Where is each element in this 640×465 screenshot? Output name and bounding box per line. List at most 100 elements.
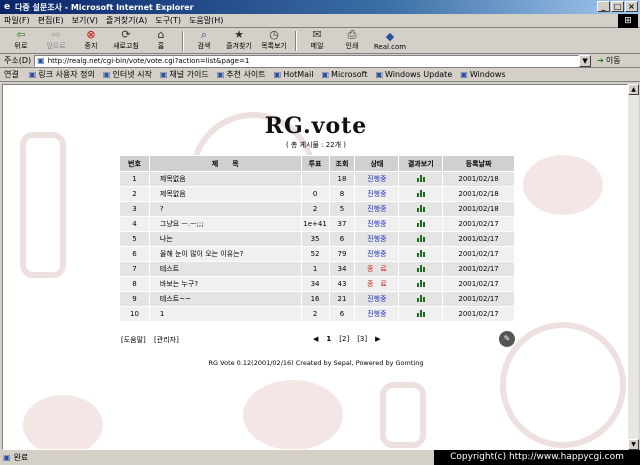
minimize-button[interactable]: _ [597, 1, 610, 12]
prev-page-button[interactable]: ◀ [313, 335, 318, 343]
search-button[interactable]: ⌕ 검색 [187, 29, 221, 51]
cell-title[interactable]: 제목없음 [148, 171, 302, 187]
cell-status: 진행중 [354, 291, 400, 307]
link-internet-start[interactable]: ▣ 인터넷 시작 [103, 69, 152, 80]
maximize-button[interactable]: □ [611, 1, 624, 12]
cell-title[interactable]: 나는 [148, 231, 302, 247]
cell-views: 6 [328, 306, 356, 322]
cell-date: 2001/02/17 [442, 261, 515, 277]
print-button[interactable]: ⎙ 인쇄 [335, 29, 369, 51]
cell-number: 3 [119, 201, 150, 217]
cell-views: 18 [328, 171, 356, 187]
favorites-button[interactable]: ★ 즐겨찾기 [222, 29, 256, 51]
link-text: HotMail [283, 70, 314, 79]
cell-results[interactable] [398, 201, 444, 217]
cell-results[interactable] [398, 186, 444, 202]
cell-results[interactable] [398, 261, 444, 277]
cell-views: 21 [328, 291, 356, 307]
close-button[interactable]: × [625, 1, 638, 12]
admin-link[interactable]: [관리자] [154, 336, 179, 344]
address-input[interactable]: ▣ http://realg.net/cgi-bin/vote/vote.cgi… [34, 54, 580, 67]
back-button[interactable]: ⇦ 뒤로 [4, 29, 38, 51]
cell-results[interactable] [398, 171, 444, 187]
cell-number: 9 [119, 291, 150, 307]
stop-label: 중지 [84, 42, 98, 50]
cell-results[interactable] [398, 216, 444, 232]
cell-title[interactable]: 그냥요 ㅡ.ㅡ;;; [148, 216, 302, 232]
link-text: 링크 사용자 정의 [38, 70, 95, 79]
cell-results[interactable] [398, 291, 444, 307]
col-date: 등록날짜 [442, 155, 515, 172]
next-page-button[interactable]: ▶ [375, 335, 380, 343]
cell-status: 진행중 [354, 306, 400, 322]
footer-credit: RG Vote 0.12(2001/02/16) Created by Sepa… [208, 359, 424, 367]
status-page-icon: ▣ [3, 453, 11, 462]
chart-bars-icon [416, 294, 425, 302]
menu-edit[interactable]: 편집(E) [38, 15, 64, 26]
link-recommended[interactable]: ▣ 추천 사이트 [217, 69, 266, 80]
menu-tools[interactable]: 도구(T) [155, 15, 181, 26]
cell-title[interactable]: ? [148, 201, 302, 217]
menu-help[interactable]: 도움말(H) [189, 15, 223, 26]
home-button[interactable]: ⌂ 홈 [144, 29, 178, 51]
cell-date: 2001/02/17 [442, 216, 515, 232]
link-channel-guide[interactable]: ▣ 채널 가이드 [160, 69, 209, 80]
rg-round-icon[interactable]: ✎ [499, 331, 515, 347]
cell-date: 2001/02/18 [442, 186, 515, 202]
cell-date: 2001/02/17 [442, 291, 515, 307]
link-windows-update[interactable]: ▣ Windows Update [375, 70, 452, 79]
go-button[interactable]: ➔ 이동 [597, 55, 620, 66]
cell-views: 34 [328, 261, 356, 277]
cell-number: 4 [119, 216, 150, 232]
menu-view[interactable]: 보기(V) [72, 15, 98, 26]
history-button[interactable]: ◷ 목록보기 [257, 29, 291, 51]
address-dropdown-button[interactable]: ▼ [579, 54, 592, 67]
cell-results[interactable] [398, 276, 444, 292]
back-arrow-icon: ⇦ [16, 28, 26, 41]
cell-views: 8 [328, 186, 356, 202]
go-label: 이동 [605, 56, 621, 65]
page-icon: ▣ [37, 56, 45, 65]
page-2-link[interactable]: [2] [339, 335, 349, 343]
link-microsoft[interactable]: ▣ Microsoft [321, 70, 367, 79]
link-hotmail[interactable]: ▣ HotMail [274, 70, 314, 79]
help-link[interactable]: [도움말] [121, 336, 146, 344]
realcom-button[interactable]: ◆ Real.com [370, 30, 410, 52]
link-windows[interactable]: ▣ Windows [460, 70, 505, 79]
table-row: 5 나는 35 6 진행중 2001/02/17 [119, 231, 515, 247]
chart-bars-icon [416, 264, 425, 272]
col-number: 번호 [119, 155, 150, 172]
chart-bars-icon [416, 309, 425, 317]
cell-title[interactable]: 테스트~~ [148, 291, 302, 307]
menu-file[interactable]: 파일(F) [4, 15, 30, 26]
search-icon: ⌕ [200, 28, 208, 41]
mail-icon: ✉ [312, 28, 322, 41]
cell-results[interactable] [398, 246, 444, 262]
menu-favorites[interactable]: 즐겨찾기(A) [106, 15, 147, 26]
stop-button[interactable]: ⊗ 중지 [74, 29, 108, 51]
forward-button[interactable]: ⇨ 앞으로 [39, 29, 73, 51]
scroll-down-button[interactable]: ▼ [628, 439, 639, 450]
cell-title[interactable]: 바보는 누구? [148, 276, 302, 292]
print-icon: ⎙ [347, 28, 357, 41]
cell-title[interactable]: 올해 눈이 많이 오는 이유는? [148, 246, 302, 262]
page-3-link[interactable]: [3] [357, 335, 367, 343]
cell-title[interactable]: 1 [148, 306, 302, 322]
cell-results[interactable] [398, 306, 444, 322]
print-label: 인쇄 [345, 42, 359, 50]
scroll-up-button[interactable]: ▲ [628, 84, 639, 95]
cell-results[interactable] [398, 231, 444, 247]
favorites-label: 즐겨찾기 [226, 42, 252, 50]
address-label: 주소(D) [4, 56, 32, 65]
refresh-button[interactable]: ⟳ 새로고침 [109, 29, 143, 51]
vertical-scrollbar[interactable]: ▲ ▼ [628, 84, 639, 450]
realcom-icon: ◆ [385, 30, 395, 43]
link-customize[interactable]: ▣ 링크 사용자 정의 [29, 69, 95, 80]
links-label: 연결 [4, 70, 19, 79]
copyright-watermark: Copyright(c) http://www.happycgi.com [434, 450, 640, 465]
cell-date: 2001/02/17 [442, 246, 515, 262]
cell-title[interactable]: 제목없음 [148, 186, 302, 202]
forward-label: 앞으로 [46, 42, 66, 50]
mail-button[interactable]: ✉ 메일 [300, 29, 334, 51]
cell-title[interactable]: 테스트 [148, 261, 302, 277]
